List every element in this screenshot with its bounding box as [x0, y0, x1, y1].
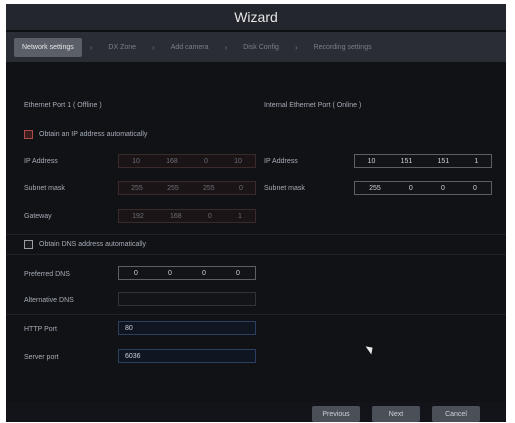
step-recording-settings[interactable]: Recording settings [306, 38, 380, 57]
obtain-dns-row[interactable]: Obtain DNS address automatically [24, 240, 146, 249]
previous-button[interactable]: Previous [312, 406, 360, 422]
gateway-label: Gateway [24, 213, 52, 220]
alternative-dns-input[interactable] [118, 292, 256, 306]
wizard-window: Wizard Network settings › DX Zone › Add … [6, 4, 506, 422]
server-port-input[interactable]: 6036 [118, 349, 256, 363]
chevron-right-icon: › [89, 42, 93, 52]
ip-address-label: IP Address [24, 158, 58, 165]
obtain-ip-row[interactable]: Obtain an IP address automatically [24, 130, 147, 139]
button-bar [6, 402, 506, 422]
subnet-mask-label: Subnet mask [24, 185, 65, 192]
obtain-dns-label: Obtain DNS address automatically [39, 241, 146, 248]
server-port-label: Server port [24, 354, 59, 361]
wizard-steps: Network settings › DX Zone › Add camera … [6, 32, 506, 62]
obtain-ip-label: Obtain an IP address automatically [39, 131, 148, 138]
step-disk-config[interactable]: Disk Config [235, 38, 287, 57]
gateway-input[interactable]: 192 168 0 1 [118, 209, 256, 223]
ip-address-input-right[interactable]: 10 151 151 1 [354, 154, 492, 168]
subnet-mask-label-right: Subnet mask [264, 185, 305, 192]
obtain-dns-checkbox[interactable] [24, 240, 33, 249]
cancel-button[interactable]: Cancel [432, 406, 480, 422]
network-settings-panel: Ethernet Port 1 ( Offline ) Internal Eth… [6, 62, 506, 402]
subnet-mask-input[interactable]: 255 255 255 0 [118, 181, 256, 195]
ip-address-input[interactable]: 10 168 0 10 [118, 154, 256, 168]
ip-address-label-right: IP Address [264, 158, 298, 165]
preferred-dns-input[interactable]: 0000 [118, 266, 256, 280]
http-port-input[interactable]: 80 [118, 321, 256, 335]
chevron-right-icon: › [224, 42, 228, 52]
title-bar: Wizard [6, 4, 506, 30]
alternative-dns-label: Alternative DNS [24, 297, 74, 304]
step-network-settings[interactable]: Network settings [14, 37, 82, 57]
chevron-right-icon: › [294, 42, 298, 52]
window-title: Wizard [234, 9, 278, 25]
divider [6, 254, 506, 255]
divider [6, 314, 506, 315]
divider [6, 234, 506, 235]
http-port-label: HTTP Port [24, 326, 57, 333]
obtain-ip-checkbox[interactable] [24, 130, 33, 139]
preferred-dns-label: Preferred DNS [24, 271, 70, 278]
subnet-mask-input-right[interactable]: 255 0 0 0 [354, 181, 492, 195]
next-button[interactable]: Next [372, 406, 420, 422]
step-add-camera[interactable]: Add camera [163, 38, 217, 57]
port-left-label: Ethernet Port 1 ( Offline ) [24, 102, 102, 109]
port-right-label: Internal Ethernet Port ( Online ) [264, 102, 362, 109]
chevron-right-icon: › [152, 42, 155, 52]
step-dx-zone[interactable]: DX Zone [100, 38, 144, 57]
